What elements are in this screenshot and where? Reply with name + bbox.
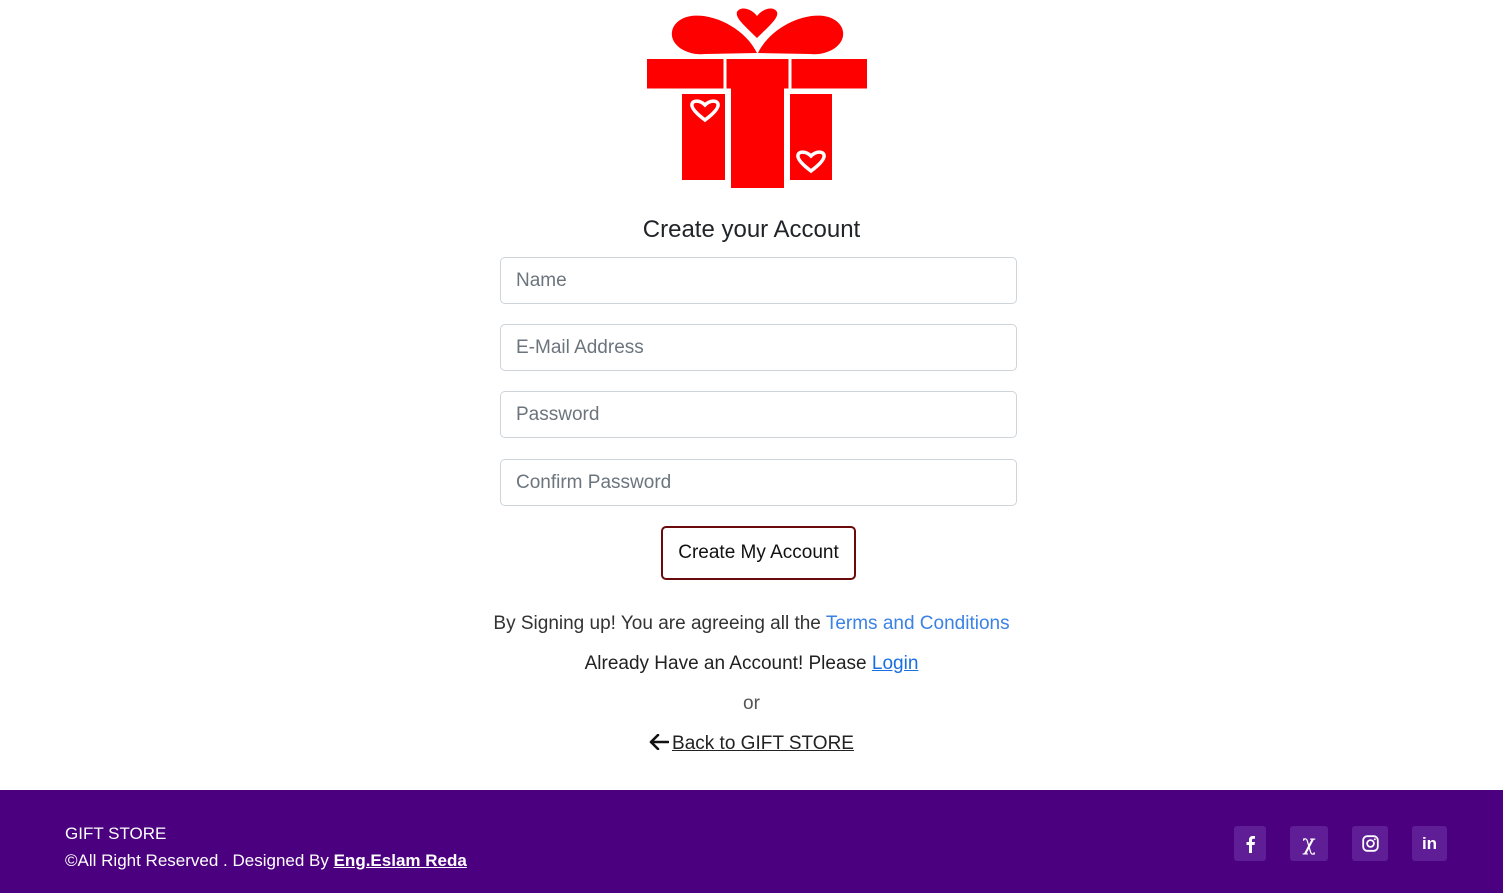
footer: GIFT STORE ©All Right Reserved . Designe…	[0, 790, 1503, 893]
x-twitter-icon: χ	[1302, 830, 1316, 856]
create-account-button[interactable]: Create My Account	[661, 526, 856, 580]
email-field[interactable]	[500, 324, 1017, 371]
page-title: Create your Account	[642, 216, 861, 243]
or-separator: or	[743, 693, 760, 714]
back-to-store-link[interactable]: Back to GIFT STORE	[672, 733, 854, 754]
designer-link[interactable]: Eng.Eslam Reda	[334, 851, 467, 870]
confirm-password-field[interactable]	[500, 459, 1017, 506]
copyright: ©All Right Reserved . Designed By Eng.Es…	[65, 851, 467, 871]
arrow-left-icon	[649, 734, 670, 750]
instagram-button[interactable]	[1352, 826, 1388, 861]
login-prefix: Already Have an Account! Please	[584, 653, 872, 674]
password-field[interactable]	[500, 391, 1017, 438]
facebook-icon	[1246, 835, 1255, 853]
back-row: Back to GIFT STORE	[0, 733, 1503, 755]
facebook-button[interactable]	[1234, 826, 1266, 861]
name-field[interactable]	[500, 257, 1017, 304]
footer-brand: GIFT STORE	[65, 824, 167, 843]
terms-notice: By Signing up! You are agreeing all the …	[0, 613, 1503, 635]
terms-prefix: By Signing up! You are agreeing all the	[493, 613, 826, 634]
instagram-icon	[1361, 835, 1379, 852]
linkedin-button[interactable]: in	[1412, 826, 1447, 861]
login-link[interactable]: Login	[872, 653, 919, 674]
linkedin-icon: in	[1421, 834, 1438, 853]
login-prompt: Already Have an Account! Please Login	[0, 653, 1503, 675]
terms-link[interactable]: Terms and Conditions	[826, 613, 1010, 634]
gift-box-logo	[647, 8, 867, 188]
x-twitter-button[interactable]: χ	[1290, 826, 1328, 861]
copyright-text: ©All Right Reserved . Designed By	[65, 851, 334, 870]
